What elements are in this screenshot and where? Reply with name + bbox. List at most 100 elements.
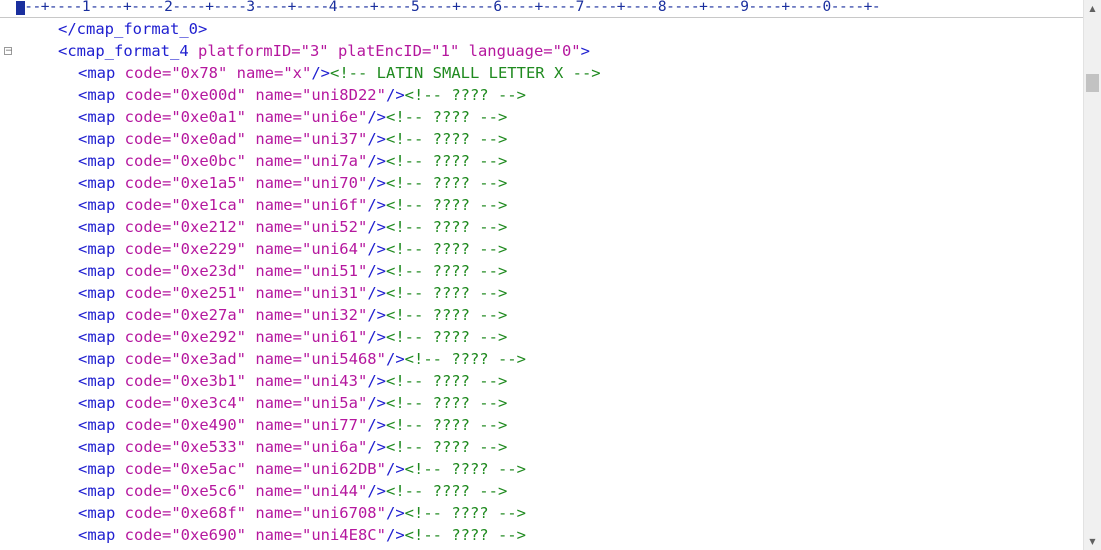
name-attr-name: name= xyxy=(245,482,302,500)
code-attr-name: code= xyxy=(115,350,172,368)
code-attr-value: "0xe0bc" xyxy=(171,152,246,170)
vertical-scrollbar[interactable]: ▲ ▼ xyxy=(1083,0,1101,550)
map-tag: <map xyxy=(78,306,116,324)
attr-value: "1" xyxy=(431,42,460,60)
name-attr-name: name= xyxy=(245,174,302,192)
code-attr-value: "0xe3ad" xyxy=(171,350,246,368)
name-attr-value: "uni37" xyxy=(301,130,368,148)
name-attr-name: name= xyxy=(245,196,302,214)
code-attr-name: code= xyxy=(115,130,172,148)
name-attr-value: "uni51" xyxy=(301,262,368,280)
code-attr-name: code= xyxy=(115,152,172,170)
self-close: /> xyxy=(367,218,386,236)
name-attr-value: "uni7a" xyxy=(301,152,368,170)
code-attr-value: "0xe5c6" xyxy=(171,482,246,500)
code-attr-value: "0xe3b1" xyxy=(171,372,246,390)
xml-comment: <!-- ???? --> xyxy=(385,328,508,346)
xml-comment: <!-- ???? --> xyxy=(385,306,508,324)
self-close: /> xyxy=(367,482,386,500)
code-attr-name: code= xyxy=(115,482,172,500)
code-attr-value: "0xe23d" xyxy=(171,262,246,280)
code-attr-name: code= xyxy=(115,438,172,456)
code-attr-name: code= xyxy=(115,328,172,346)
name-attr-value: "uni52" xyxy=(301,218,368,236)
xml-comment: <!-- ???? --> xyxy=(404,350,526,368)
code-attr-value: "0xe1ca" xyxy=(171,196,246,214)
code-area[interactable]: </cmap_format_0> <cmap_format_4 platform… xyxy=(18,18,1080,550)
scroll-down-icon[interactable]: ▼ xyxy=(1084,533,1101,550)
code-attr-value: "0xe0ad" xyxy=(171,130,246,148)
map-line-list: <map code="0x78" name="x"/><!-- LATIN SM… xyxy=(18,62,1080,546)
name-attr-value: "uni61" xyxy=(301,328,368,346)
name-attr-value: "uni8D22" xyxy=(301,86,386,104)
tag-close: > xyxy=(580,42,590,60)
name-attr-value: "uni44" xyxy=(301,482,368,500)
xml-comment: <!-- ???? --> xyxy=(385,394,508,412)
map-tag: <map xyxy=(78,240,116,258)
fold-collapse-icon[interactable]: − xyxy=(4,47,13,56)
column-ruler: ---+----1----+----2----+----3----+----4-… xyxy=(0,0,1083,18)
map-entry-line: <map code="0xe68f" name="uni6708"/><!-- … xyxy=(18,502,1080,524)
code-attr-name: code= xyxy=(115,526,172,544)
map-tag: <map xyxy=(78,108,116,126)
code-attr-name: code= xyxy=(115,394,172,412)
self-close: /> xyxy=(367,306,386,324)
name-attr-name: name= xyxy=(245,328,302,346)
map-tag: <map xyxy=(78,416,116,434)
map-entry-line: <map code="0xe00d" name="uni8D22"/><!-- … xyxy=(18,84,1080,106)
xml-comment: <!-- ???? --> xyxy=(385,218,508,236)
map-entry-line: <map code="0xe5c6" name="uni44"/><!-- ??… xyxy=(18,480,1080,502)
name-attr-name: name= xyxy=(245,284,302,302)
xml-comment: <!-- ???? --> xyxy=(404,460,526,478)
name-attr-value: "x" xyxy=(283,64,312,82)
code-attr-name: code= xyxy=(115,196,172,214)
xml-comment: <!-- ???? --> xyxy=(385,130,508,148)
map-tag: <map xyxy=(78,152,116,170)
map-tag: <map xyxy=(78,196,116,214)
map-entry-line: <map code="0xe27a" name="uni32"/><!-- ??… xyxy=(18,304,1080,326)
name-attr-value: "uni6f" xyxy=(301,196,368,214)
scroll-thumb[interactable] xyxy=(1086,74,1099,92)
map-tag: <map xyxy=(78,460,116,478)
name-attr-name: name= xyxy=(245,108,302,126)
xml-comment: <!-- ???? --> xyxy=(404,504,526,522)
code-line: </cmap_format_0> xyxy=(18,18,1080,40)
self-close: /> xyxy=(385,350,405,368)
map-tag: <map xyxy=(78,284,116,302)
map-entry-line: <map code="0xe251" name="uni31"/><!-- ??… xyxy=(18,282,1080,304)
map-entry-line: <map code="0xe0bc" name="uni7a"/><!-- ??… xyxy=(18,150,1080,172)
self-close: /> xyxy=(385,86,405,104)
code-attr-value: "0xe27a" xyxy=(171,306,246,324)
code-line: <cmap_format_4 platformID="3" platEncID=… xyxy=(18,40,1080,62)
map-entry-line: <map code="0xe23d" name="uni51"/><!-- ??… xyxy=(18,260,1080,282)
name-attr-name: name= xyxy=(245,240,302,258)
xml-comment: <!-- ???? --> xyxy=(385,284,508,302)
attr-value: "0" xyxy=(552,42,581,60)
name-attr-value: "uni5a" xyxy=(301,394,368,412)
map-tag: <map xyxy=(78,482,116,500)
code-attr-value: "0xe229" xyxy=(171,240,246,258)
xml-comment: <!-- ???? --> xyxy=(385,152,508,170)
attr-name: platformID= xyxy=(188,42,301,60)
scroll-up-icon[interactable]: ▲ xyxy=(1084,0,1101,17)
map-entry-line: <map code="0x78" name="x"/><!-- LATIN SM… xyxy=(18,62,1080,84)
code-attr-value: "0xe292" xyxy=(171,328,246,346)
xml-comment: <!-- ???? --> xyxy=(404,526,526,544)
xml-comment: <!-- ???? --> xyxy=(385,416,508,434)
code-attr-name: code= xyxy=(115,218,172,236)
name-attr-name: name= xyxy=(245,526,302,544)
name-attr-name: name= xyxy=(245,86,302,104)
code-attr-name: code= xyxy=(115,108,172,126)
map-entry-line: <map code="0xe3b1" name="uni43"/><!-- ??… xyxy=(18,370,1080,392)
self-close: /> xyxy=(367,438,386,456)
map-tag: <map xyxy=(78,526,116,544)
name-attr-name: name= xyxy=(245,218,302,236)
map-tag: <map xyxy=(78,64,116,82)
self-close: /> xyxy=(367,416,386,434)
map-entry-line: <map code="0xe490" name="uni77"/><!-- ??… xyxy=(18,414,1080,436)
self-close: /> xyxy=(367,262,386,280)
self-close: /> xyxy=(367,108,386,126)
xml-comment: <!-- ???? --> xyxy=(385,196,508,214)
name-attr-name: name= xyxy=(245,306,302,324)
code-attr-value: "0xe3c4" xyxy=(171,394,246,412)
